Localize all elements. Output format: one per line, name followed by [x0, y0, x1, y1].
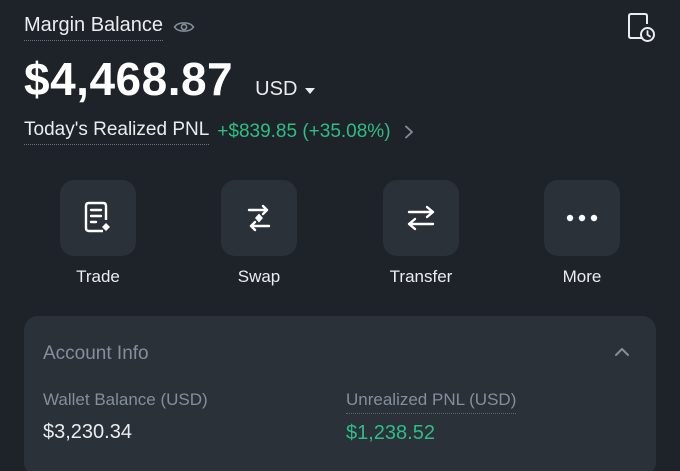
transfer-arrows-icon [407, 205, 435, 231]
unrealized-pnl-label[interactable]: Unrealized PNL (USD) [346, 390, 517, 414]
realized-pnl-label: Today's Realized PNL [24, 119, 210, 145]
transfer-button[interactable]: Transfer [376, 180, 466, 287]
account-info-card: Account Info Wallet Balance (USD) $3,230… [24, 316, 656, 471]
unrealized-pnl-value: $1,238.52 [346, 422, 435, 444]
more-button[interactable]: More [537, 180, 627, 287]
more-label: More [562, 267, 602, 286]
margin-balance-header: Margin Balance [24, 14, 195, 41]
trade-label: Trade [76, 267, 120, 286]
order-document-icon [84, 201, 110, 233]
trade-tile [60, 180, 136, 256]
swap-label: Swap [237, 267, 281, 286]
more-tile [544, 180, 620, 256]
swap-button[interactable]: Swap [214, 180, 304, 287]
realized-pnl-value: +$839.85 (+35.08%) [217, 121, 391, 142]
trade-button[interactable]: Trade [53, 180, 143, 287]
wallet-balance-label: Wallet Balance (USD) [43, 390, 208, 409]
balance-row: $4,468.87 USD [24, 52, 316, 106]
wallet-balance-field: Wallet Balance (USD) $3,230.34 [43, 390, 208, 444]
transfer-tile [383, 180, 459, 256]
chevron-up-icon[interactable] [614, 346, 630, 358]
history-icon[interactable] [626, 12, 656, 44]
margin-balance-value: $4,468.87 [24, 53, 234, 105]
currency-selector[interactable]: USD [255, 78, 316, 101]
currency-label: USD [255, 78, 298, 100]
more-dots-icon [566, 214, 598, 222]
unrealized-pnl-field: Unrealized PNL (USD) $1,238.52 [346, 390, 517, 445]
caret-down-icon [305, 87, 316, 94]
chevron-right-icon [404, 125, 413, 139]
eye-icon[interactable] [173, 19, 195, 35]
transfer-label: Transfer [389, 267, 453, 286]
account-info-title: Account Info [43, 343, 149, 364]
swap-tile [221, 180, 297, 256]
margin-account-screen: Margin Balance $4,468.87 USD Today's Rea… [0, 0, 680, 471]
swap-icon [247, 204, 271, 232]
wallet-balance-value: $3,230.34 [43, 421, 132, 443]
realized-pnl-row[interactable]: Today's Realized PNL +$839.85 (+35.08%) [24, 119, 415, 145]
margin-balance-label[interactable]: Margin Balance [24, 14, 163, 41]
quick-actions: Trade Swap Transfer More [0, 180, 680, 290]
